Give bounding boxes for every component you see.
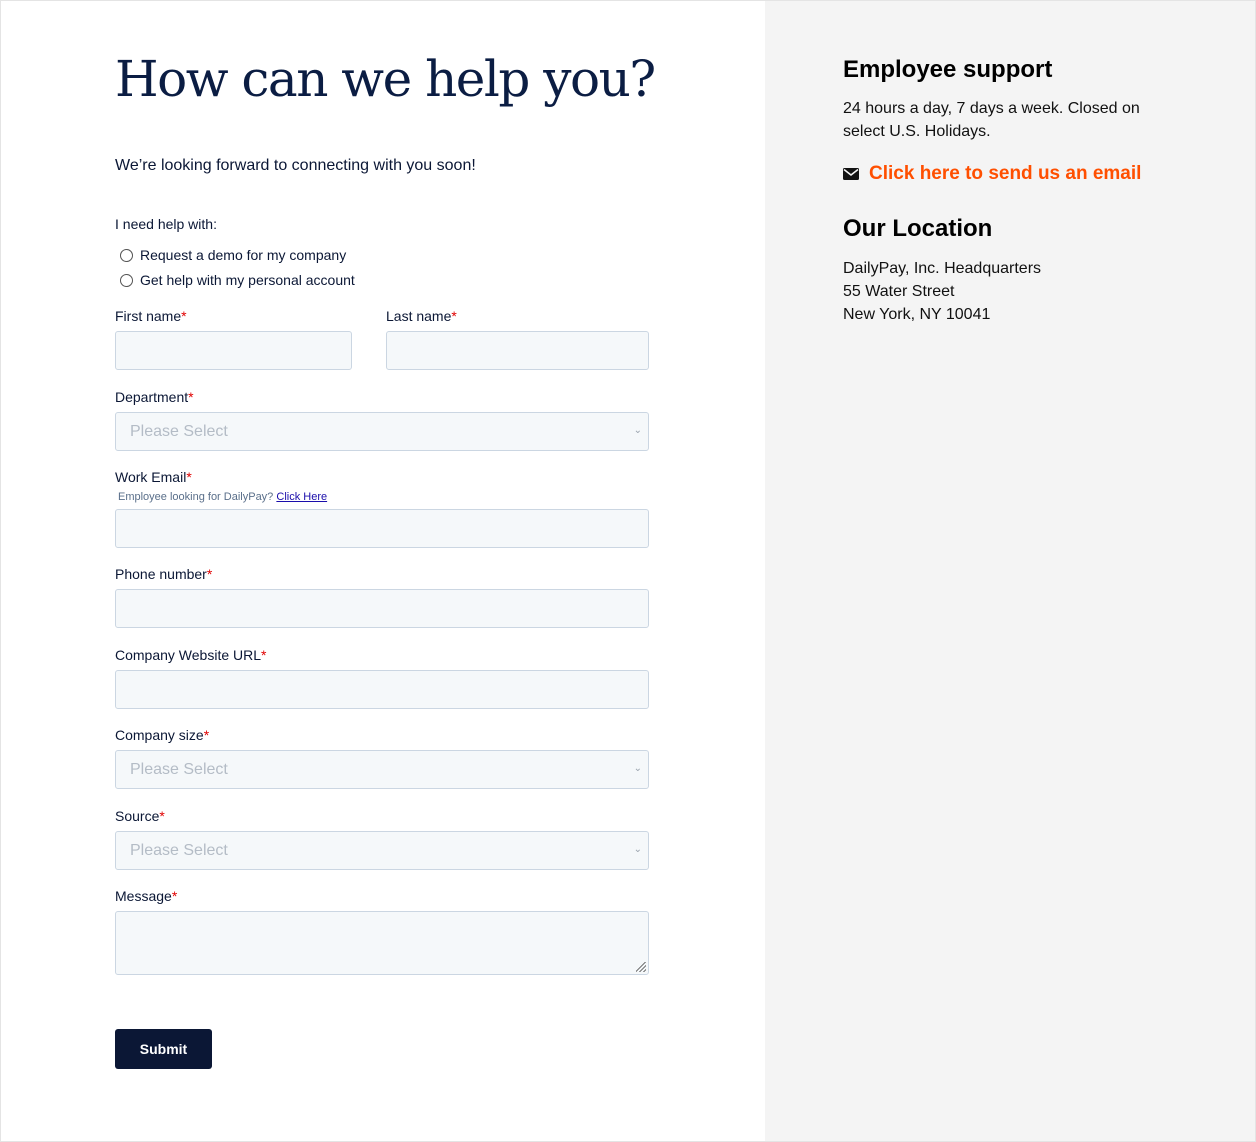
- company-size-select-value: Please Select: [130, 760, 228, 778]
- chevron-down-icon: ⌄: [633, 844, 642, 855]
- required-marker: *: [203, 727, 210, 743]
- chevron-down-icon: ⌄: [633, 425, 642, 436]
- required-marker: *: [188, 389, 194, 405]
- website-label-text: Company Website URL: [115, 647, 262, 663]
- last-name-label-text: Last name: [386, 308, 452, 324]
- first-name-label-text: First name: [115, 308, 182, 324]
- location-heading: Our Location: [843, 215, 993, 242]
- required-marker: *: [261, 647, 267, 663]
- page-subtitle: We’re looking forward to connecting with…: [115, 157, 476, 174]
- last-name-input[interactable]: [386, 331, 649, 370]
- website-label: Company Website URL*: [115, 647, 266, 663]
- source-label: Source*: [115, 808, 165, 824]
- work-email-help-text: Employee looking for DailyPay?: [118, 491, 274, 503]
- first-name-input[interactable]: [115, 331, 352, 370]
- required-marker: *: [186, 469, 192, 485]
- support-hours-line2: select U.S. Holidays.: [843, 123, 991, 140]
- submit-button[interactable]: Submit: [115, 1029, 212, 1069]
- radio-label-personal: Get help with my personal account: [140, 272, 355, 288]
- website-input[interactable]: [115, 670, 649, 709]
- department-select[interactable]: Please Select ⌄: [115, 412, 649, 451]
- department-select-value: Please Select: [130, 422, 228, 440]
- message-label-text: Message: [115, 888, 172, 904]
- phone-label: Phone number*: [115, 566, 212, 582]
- company-size-select[interactable]: Please Select ⌄: [115, 750, 649, 789]
- resize-grip-icon[interactable]: [636, 962, 646, 972]
- required-marker: *: [159, 808, 165, 824]
- radio-option-demo[interactable]: Request a demo for my company: [120, 247, 346, 263]
- required-marker: *: [206, 566, 213, 582]
- send-email-link[interactable]: Click here to send us an email: [869, 163, 1141, 185]
- page-title: How can we help you?: [115, 50, 656, 108]
- required-marker: *: [171, 888, 178, 904]
- envelope-icon: [843, 168, 859, 180]
- message-label: Message*: [115, 888, 177, 904]
- required-marker: *: [451, 308, 457, 324]
- phone-label-text: Phone number: [115, 566, 207, 582]
- work-email-label: Work Email*: [115, 469, 192, 485]
- company-size-label-text: Company size: [115, 727, 204, 743]
- support-heading: Employee support: [843, 56, 1053, 83]
- email-link-row[interactable]: Click here to send us an email: [843, 163, 1141, 185]
- work-email-input[interactable]: [115, 509, 649, 548]
- department-label-text: Department: [115, 389, 189, 405]
- address-line-2: 55 Water Street: [843, 283, 955, 300]
- employee-click-here-link[interactable]: Click Here: [276, 491, 327, 503]
- last-name-label: Last name*: [386, 308, 457, 324]
- help-with-label: I need help with:: [115, 216, 217, 232]
- source-label-text: Source: [115, 808, 160, 824]
- first-name-label: First name*: [115, 308, 187, 324]
- radio-label-demo: Request a demo for my company: [140, 247, 347, 263]
- phone-input[interactable]: [115, 589, 649, 628]
- support-hours-line1: 24 hours a day, 7 days a week. Closed on: [843, 100, 1140, 117]
- radio-button[interactable]: [120, 273, 133, 287]
- radio-option-personal[interactable]: Get help with my personal account: [120, 272, 355, 288]
- work-email-help: Employee looking for DailyPay? Click Her…: [118, 491, 327, 503]
- company-size-label: Company size*: [115, 727, 209, 743]
- chevron-down-icon: ⌄: [633, 763, 642, 774]
- source-select[interactable]: Please Select ⌄: [115, 831, 649, 870]
- address-line-1: DailyPay, Inc. Headquarters: [843, 260, 1042, 277]
- department-label: Department*: [115, 389, 194, 405]
- work-email-label-text: Work Email: [115, 469, 187, 485]
- message-textarea[interactable]: [115, 911, 649, 975]
- radio-button[interactable]: [120, 248, 133, 262]
- address-line-3: New York, NY 10041: [843, 306, 991, 323]
- required-marker: *: [181, 308, 187, 324]
- source-select-value: Please Select: [130, 841, 228, 859]
